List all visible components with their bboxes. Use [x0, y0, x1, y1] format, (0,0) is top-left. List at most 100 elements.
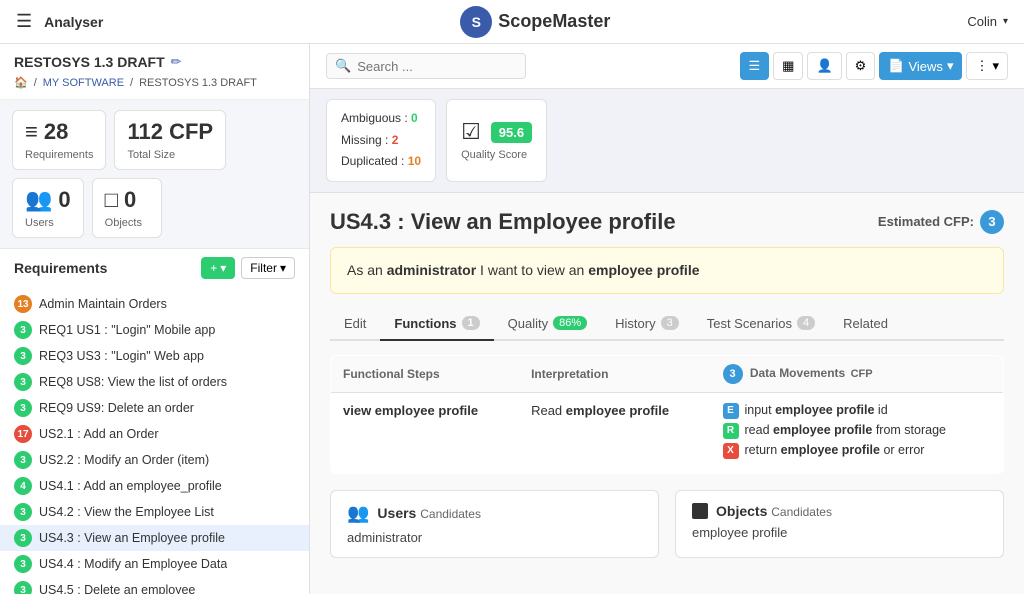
content-toolbar: 🔍 ☰ ▦ 👤 ⚙ [310, 44, 1024, 89]
sidebar-item-7[interactable]: 4 US4.1 : Add an employee_profile [0, 473, 309, 499]
list-view-button[interactable]: ☰ [740, 52, 770, 80]
us-bold1: administrator [387, 262, 476, 278]
dm-text-x: return employee profile or error [745, 443, 925, 457]
sidebar-label-11: US4.5 : Delete an employee [39, 583, 195, 594]
ambiguous-line: Ambiguous : 0 [341, 108, 421, 130]
search-input[interactable] [357, 59, 507, 74]
sidebar-badge-5: 17 [14, 425, 32, 443]
objects-candidate-item: employee profile [692, 525, 987, 540]
requirements-list: 13 Admin Maintain Orders 3REQ1 US1 : "Logi… [0, 287, 309, 594]
sidebar-badge-6: 3 [14, 451, 32, 469]
tab-test-scenarios[interactable]: Test Scenarios 4 [693, 308, 829, 341]
tab-related[interactable]: Related [829, 308, 902, 341]
col-data-movements: 3 Data Movements CFP [711, 355, 1004, 392]
filter-button[interactable]: Filter ▾ [241, 257, 295, 279]
dm-text-e: input employee profile id [745, 403, 888, 417]
more-button[interactable]: ⋮ ▾ [966, 52, 1008, 80]
sidebar-item-9[interactable]: 3US4.3 : View an Employee profile [0, 525, 309, 551]
ambiguous-label: Ambiguous : [341, 111, 411, 125]
tab-functions[interactable]: Functions 1 [380, 308, 493, 341]
sidebar-item-6[interactable]: 3US2.2 : Modify an Order (item) [0, 447, 309, 473]
stat-quality-lines: Ambiguous : 0 Missing : 2 Duplicated : 1… [326, 99, 436, 182]
user-story-box: As an administrator I want to view an em… [330, 247, 1004, 294]
top-nav: ☰ Analyser S ScopeMaster Colin ▾ [0, 0, 1024, 44]
sidebar-item-11[interactable]: 3 US4.5 : Delete an employee [0, 577, 309, 594]
sidebar-item-3[interactable]: 3REQ8 US8: View the list of orders [0, 369, 309, 395]
detail-title-text: US4.3 : View an Employee profile [330, 209, 676, 235]
duplicated-label: Duplicated : [341, 154, 408, 168]
sidebar-title-row: Requirements + ▾ Filter ▾ [0, 249, 309, 283]
objects-icon [692, 503, 708, 519]
missing-line: Missing : 2 [341, 130, 421, 152]
tab-history[interactable]: History 3 [601, 308, 693, 341]
sidebar-item-8[interactable]: 3US4.2 : View the Employee List [0, 499, 309, 525]
stat-quality-score: ☑ 95.6 Quality Score [446, 99, 547, 182]
users-candidates-label: Users Candidates [377, 505, 481, 521]
add-icon: + [210, 261, 217, 275]
dm-badge-e: E [723, 403, 739, 419]
cfp-label-suffix: CFP [851, 368, 873, 380]
tab-quality-badge: 86% [553, 316, 587, 330]
tab-edit[interactable]: Edit [330, 308, 380, 341]
objects-icon: □ [105, 187, 118, 213]
cfp-label: Total Size [127, 149, 213, 161]
search-box[interactable]: 🔍 [326, 53, 526, 79]
brand: S ScopeMaster [460, 6, 610, 38]
stat-cfp: 112 CFP Total Size [114, 110, 226, 170]
sidebar-title: Requirements [14, 260, 107, 276]
sidebar-badge-7: 4 [14, 477, 32, 495]
objects-label: Objects [105, 217, 149, 229]
sidebar-label-5: US2.1 : Add an Order [39, 427, 159, 441]
add-requirement-button[interactable]: + ▾ [201, 257, 235, 279]
quality-score-label: Quality Score [461, 149, 532, 161]
sidebar-item-1[interactable]: 3REQ1 US1 : "Login" Mobile app [0, 317, 309, 343]
user-config-button[interactable]: 👤 [807, 52, 841, 80]
settings-button[interactable]: ⚙ [846, 52, 876, 80]
col-dm-label: Data Movements [750, 366, 845, 380]
pencil-icon[interactable]: ✏ [171, 54, 182, 70]
sidebar-badge-11: 3 [14, 581, 32, 594]
breadcrumb-sep2: / [130, 77, 133, 89]
users-candidate-item: administrator [347, 530, 642, 545]
dm-entry-r: R read employee profile from storage [723, 423, 992, 439]
home-icon[interactable]: 🏠 [14, 76, 28, 89]
sidebar-item-0[interactable]: 13 Admin Maintain Orders [0, 291, 309, 317]
tab-test-scenarios-label: Test Scenarios [707, 316, 792, 331]
search-icon: 🔍 [335, 58, 351, 74]
objects-count: 0 [124, 187, 136, 213]
sidebar-label-9: US4.3 : View an Employee profile [39, 531, 225, 545]
duplicated-val[interactable]: 10 [408, 154, 421, 168]
sidebar-label-7: US4.1 : Add an employee_profile [39, 479, 222, 493]
sidebar-item-10[interactable]: 3US4.4 : Modify an Employee Data [0, 551, 309, 577]
views-button[interactable]: 📄 Views ▾ [879, 52, 962, 80]
req-label: Requirements [25, 149, 93, 161]
sidebar-item-4[interactable]: 3REQ9 US9: Delete an order [0, 395, 309, 421]
add-caret: ▾ [220, 261, 226, 275]
more-icon: ⋮ [975, 58, 988, 74]
dm-text-r: read employee profile from storage [745, 423, 946, 437]
breadcrumb-my-software[interactable]: MY SOFTWARE [43, 77, 124, 89]
nav-left: ☰ Analyser [16, 11, 103, 32]
tab-quality[interactable]: Quality 86% [494, 308, 602, 341]
quality-stats-row: Ambiguous : 0 Missing : 2 Duplicated : 1… [310, 89, 1024, 193]
missing-val[interactable]: 2 [392, 133, 399, 147]
data-movements-cell: E input employee profile id R read emplo… [711, 392, 1004, 473]
stat-requirements: ≡ 28 Requirements [12, 110, 106, 170]
tab-history-label: History [615, 316, 655, 331]
sidebar-label-3: REQ8 US8: View the list of orders [39, 375, 227, 389]
grid-view-button[interactable]: ▦ [773, 52, 803, 80]
user-dropdown-icon[interactable]: ▾ [1003, 16, 1008, 27]
sidebar-item-2[interactable]: 3REQ3 US3 : "Login" Web app [0, 343, 309, 369]
hamburger-icon[interactable]: ☰ [16, 11, 32, 32]
nav-right: Colin ▾ [967, 14, 1008, 29]
sidebar-badge-0: 13 [14, 295, 32, 313]
sidebar-item-5[interactable]: 17 US2.1 : Add an Order [0, 421, 309, 447]
toolbar-row: 🔍 ☰ ▦ 👤 ⚙ [326, 52, 1008, 80]
tab-related-label: Related [843, 316, 888, 331]
stats-row: ≡ 28 Requirements 112 CFP Total Size 👥 0… [0, 100, 309, 249]
sidebar-controls: + ▾ Filter ▾ [201, 257, 295, 279]
ambiguous-val[interactable]: 0 [411, 111, 418, 125]
dm-badge-x: X [723, 443, 739, 459]
sidebar-label-0: Admin Maintain Orders [39, 297, 167, 311]
sidebar-badge-10: 3 [14, 555, 32, 573]
